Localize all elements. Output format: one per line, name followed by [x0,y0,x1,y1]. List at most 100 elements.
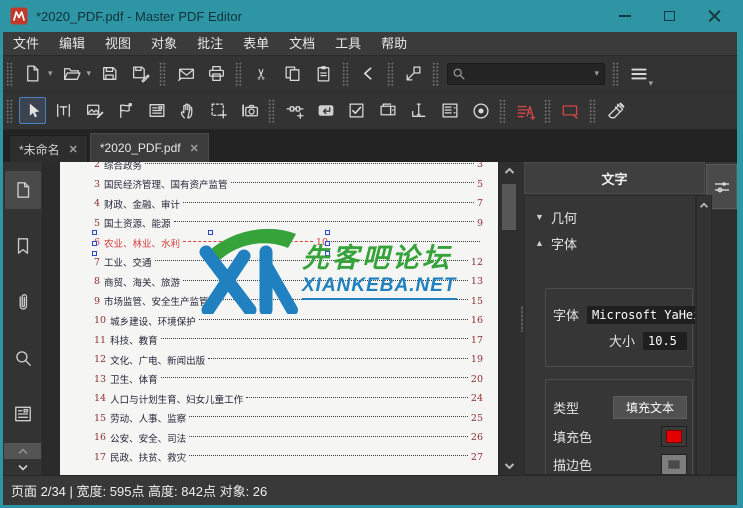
sidebar-item-search[interactable] [5,339,41,377]
scrollbar-thumb[interactable] [502,184,516,230]
go-back-button[interactable] [355,60,382,87]
add-link-tool-button[interactable] [281,97,308,124]
cut-button[interactable]: ✂ [248,60,275,87]
listbox-field-tool-button[interactable] [436,97,463,124]
menu-document[interactable]: 文档 [279,32,325,56]
send-email-button[interactable] [172,60,199,87]
toolbar-grip[interactable] [387,62,394,86]
search-input[interactable] [470,67,594,81]
toolbar-grip[interactable] [159,62,166,86]
section-geometry[interactable]: ▼ 几何 [535,204,695,230]
sidebar-scroll-up-button[interactable] [4,443,41,459]
toc-row[interactable]: 14 人口与计划生育、妇女儿童工作 24 [94,389,483,409]
panel-scrollbar[interactable] [696,195,712,475]
sidebar-item-attachments[interactable] [5,283,41,321]
main-menu-button[interactable]: ▾ [625,60,652,87]
carriage-return-tool-button[interactable] [312,97,339,124]
pdf-page[interactable]: 2 综合政务 3 3 国民经济管理、国有资产监管 5 4 财政、金融、审计 [60,162,498,475]
fill-color-swatch[interactable] [661,426,687,447]
edit-path-tool-button[interactable] [112,97,139,124]
fit-to-window-button[interactable] [400,60,427,87]
toolbar-grip[interactable] [432,62,439,86]
menu-forms[interactable]: 表单 [233,32,279,56]
toc-row[interactable]: 16 公安、安全、司法 26 [94,428,483,448]
sidebar-item-bookmarks[interactable] [5,227,41,265]
radio-field-tool-button[interactable] [467,97,494,124]
combobox-field-tool-button[interactable] [374,97,401,124]
toc-row[interactable]: 13 卫生、体育 20 [94,370,483,390]
scroll-down-button[interactable] [499,457,519,475]
paste-button[interactable] [310,60,337,87]
toc-row[interactable]: 3 国民经济管理、国有资产监管 5 [94,175,483,195]
toc-row[interactable]: 2 综合政务 3 [94,162,483,175]
toc-row[interactable]: 15 劳动、人事、监察 25 [94,409,483,429]
selection-handle[interactable] [92,251,97,256]
menu-view[interactable]: 视图 [95,32,141,56]
new-document-dropdown[interactable]: ▾ [48,68,53,79]
open-file-dropdown[interactable]: ▾ [87,68,92,79]
save-as-button[interactable] [127,60,154,87]
select-area-tool-button[interactable] [205,97,232,124]
toolbar-grip[interactable] [268,99,275,123]
main-menu-caret: ▾ [649,78,654,89]
menu-help[interactable]: 帮助 [371,32,417,56]
text-field-tool-button[interactable] [405,97,432,124]
tab-close-icon[interactable]: ✕ [69,143,78,156]
tab-untitled[interactable]: *未命名 ✕ [9,135,88,162]
new-document-button[interactable] [19,60,46,87]
stroke-color-swatch[interactable] [661,454,687,475]
edit-text-tool-button[interactable] [50,97,77,124]
minimize-button[interactable] [602,0,647,32]
toolbar-grip[interactable] [589,99,596,123]
dot-leader [161,377,468,378]
sidebar-scroll-down-button[interactable] [4,460,41,475]
toc-row[interactable]: 12 文化、广电、新闻出版 19 [94,350,483,370]
document-scrollbar[interactable] [498,162,519,475]
snapshot-tool-button[interactable] [236,97,263,124]
panel-scroll-up-button[interactable] [697,196,711,214]
menu-tools[interactable]: 工具 [325,32,371,56]
toolbar-grip[interactable] [6,62,13,86]
scroll-up-button[interactable] [499,162,519,180]
checkbox-field-tool-button[interactable] [343,97,370,124]
eraser-tool-button[interactable] [602,97,629,124]
sidebar-item-form-fields[interactable] [5,395,41,433]
sidebar-item-page-thumbnails[interactable] [5,171,41,209]
toolbar-grip[interactable] [6,99,13,123]
menu-object[interactable]: 对象 [141,32,187,56]
tab-2020-pdf[interactable]: *2020_PDF.pdf ✕ [90,133,209,162]
save-button[interactable] [96,60,123,87]
menu-file[interactable]: 文件 [3,32,49,56]
toolbar-grip[interactable] [612,62,619,86]
open-file-button[interactable] [58,60,85,87]
copy-button[interactable] [279,60,306,87]
menu-annotation[interactable]: 批注 [187,32,233,56]
section-font[interactable]: ▲ 字体 [535,230,695,256]
toolbar-grip[interactable] [235,62,242,86]
stroke-color-value [668,460,680,469]
selection-handle[interactable] [92,241,97,246]
toolbar-grip[interactable] [499,99,506,123]
type-dropdown[interactable]: 填充文本 [613,396,687,419]
document-viewport[interactable]: 2 综合政务 3 3 国民经济管理、国有资产监管 5 4 财政、金融、审计 [43,162,498,475]
sticky-note-tool-button[interactable] [512,97,539,124]
toc-row[interactable]: 11 科技、教育 17 [94,331,483,351]
toc-row[interactable]: 4 财政、金融、审计 7 [94,194,483,214]
search-dropdown[interactable]: ▾ [595,68,600,79]
close-button[interactable] [692,0,737,32]
rectangle-annotation-tool-button[interactable] [557,97,584,124]
tab-close-icon[interactable]: ✕ [190,142,199,155]
font-family-input[interactable]: Microsoft YaHei [587,306,696,324]
toolbar-grip[interactable] [544,99,551,123]
selection-handle[interactable] [92,230,97,235]
menu-edit[interactable]: 编辑 [49,32,95,56]
select-tool-button[interactable] [19,97,46,124]
edit-image-tool-button[interactable] [81,97,108,124]
toc-row[interactable]: 17 民政、扶贫、救灾 27 [94,448,483,468]
hand-tool-button[interactable] [174,97,201,124]
maximize-button[interactable] [647,0,692,32]
print-button[interactable] [203,60,230,87]
font-size-input[interactable]: 10.5 [643,332,687,350]
toolbar-grip[interactable] [342,62,349,86]
edit-forms-tool-button[interactable] [143,97,170,124]
